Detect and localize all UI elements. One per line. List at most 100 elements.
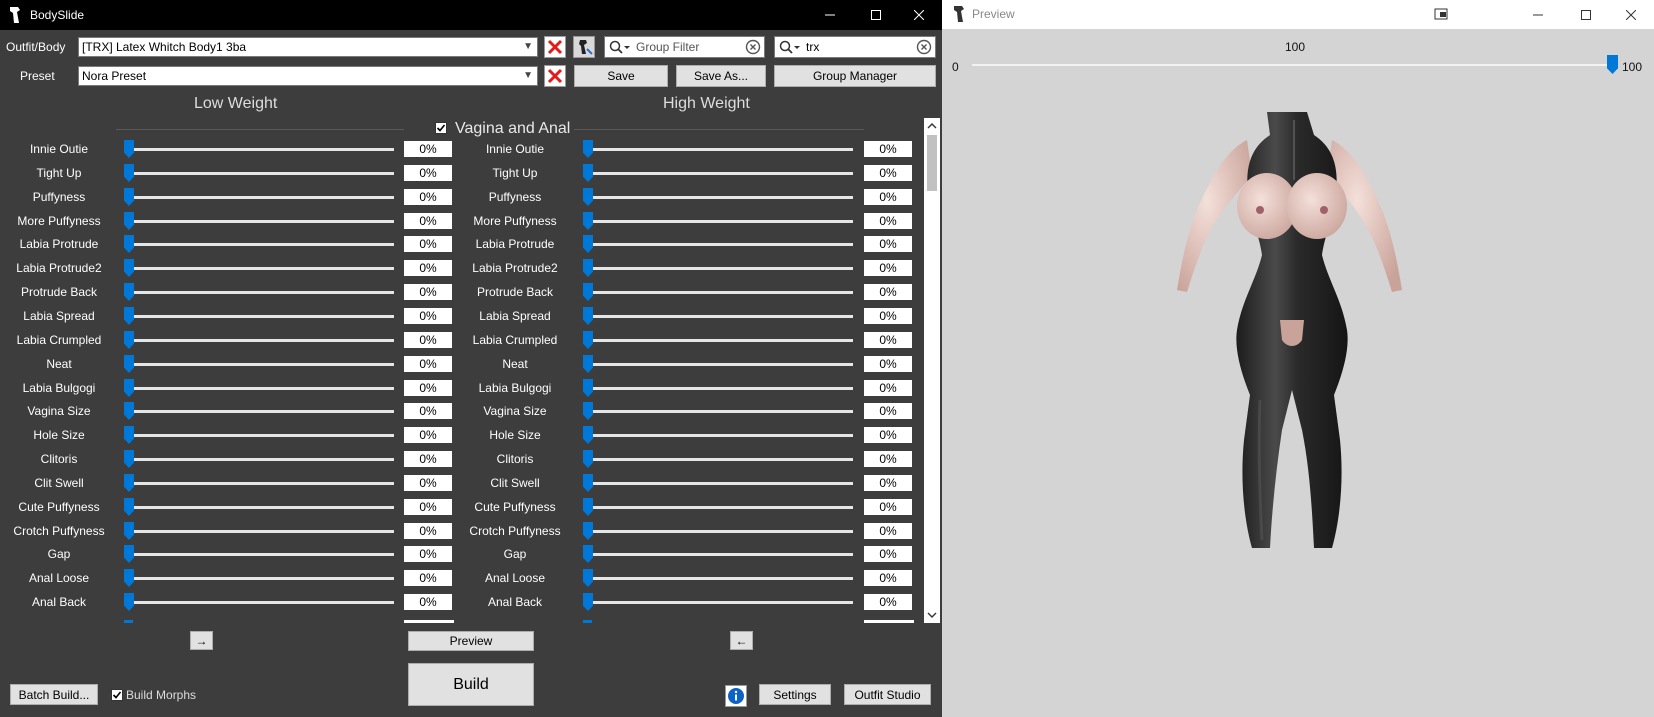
slider-value-low[interactable]: 0%: [404, 499, 452, 515]
slider-thumb-low[interactable]: [124, 593, 134, 611]
copy-to-high-button[interactable]: →: [190, 631, 213, 650]
slider-track-low[interactable]: [124, 434, 394, 437]
slider-value-low[interactable]: 0%: [404, 141, 452, 157]
slider-thumb-low[interactable]: [124, 379, 134, 397]
slider-value-high[interactable]: 0%: [864, 570, 912, 586]
slider-track-high[interactable]: [583, 148, 853, 151]
group-filter-field[interactable]: Group Filter: [604, 36, 765, 58]
slider-track-low[interactable]: [124, 458, 394, 461]
slider-track-high[interactable]: [583, 339, 853, 342]
slider-thumb-high[interactable]: [583, 545, 593, 563]
slider-value-high[interactable]: 0%: [864, 546, 912, 562]
slider-value-high[interactable]: 0%: [864, 284, 912, 300]
slider-value-low[interactable]: 0%: [404, 570, 452, 586]
slider-track-high[interactable]: [583, 172, 853, 175]
choose-outfit-button[interactable]: [573, 36, 595, 58]
slider-thumb-high[interactable]: [583, 355, 593, 373]
slider-thumb-low[interactable]: [124, 140, 134, 158]
slider-value-low[interactable]: 0%: [404, 356, 452, 372]
slider-thumb-high[interactable]: [583, 331, 593, 349]
slider-value-high[interactable]: 0%: [864, 356, 912, 372]
slider-track-high[interactable]: [583, 553, 853, 556]
slider-thumb-low[interactable]: [124, 188, 134, 206]
slider-track-low[interactable]: [124, 291, 394, 294]
clear-search-icon[interactable]: [916, 39, 932, 55]
slider-thumb-high[interactable]: [583, 450, 593, 468]
slider-thumb-low[interactable]: [124, 235, 134, 253]
slider-track-low[interactable]: [124, 196, 394, 199]
slider-track-low[interactable]: [124, 530, 394, 533]
slider-value-high[interactable]: 0%: [864, 403, 912, 419]
save-as-button[interactable]: Save As...: [676, 65, 766, 87]
clear-outfit-button[interactable]: [544, 36, 566, 58]
scroll-down-icon[interactable]: [924, 607, 940, 623]
slider-value-low[interactable]: 0%: [404, 284, 452, 300]
slider-thumb-high[interactable]: [583, 164, 593, 182]
slider-value-high[interactable]: 0%: [864, 332, 912, 348]
slider-value-low[interactable]: 0%: [404, 308, 452, 324]
slider-track-high[interactable]: [583, 243, 853, 246]
slider-track-low[interactable]: [124, 148, 394, 151]
slider-value-high[interactable]: 0%: [864, 189, 912, 205]
slider-scrollbar[interactable]: [924, 118, 940, 623]
slider-value-low[interactable]: 0%: [404, 451, 452, 467]
slider-track-low[interactable]: [124, 387, 394, 390]
slider-value-high[interactable]: 0%: [864, 236, 912, 252]
outfit-body-dropdown[interactable]: [TRX] Latex Whitch Body1 3ba ▼: [78, 37, 538, 57]
outfit-studio-button[interactable]: Outfit Studio: [844, 684, 931, 705]
slider-thumb-high[interactable]: [583, 402, 593, 420]
slider-thumb-low[interactable]: [124, 355, 134, 373]
preview-button[interactable]: Preview: [408, 631, 534, 651]
slider-value-high[interactable]: 0%: [864, 380, 912, 396]
slider-value-low[interactable]: 0%: [404, 236, 452, 252]
slider-thumb-low[interactable]: [124, 450, 134, 468]
build-morphs-checkbox[interactable]: [111, 689, 123, 701]
slider-thumb-high[interactable]: [583, 212, 593, 230]
slider-track-high[interactable]: [583, 530, 853, 533]
slider-thumb-low[interactable]: [124, 426, 134, 444]
slider-value-low[interactable]: 0%: [404, 165, 452, 181]
slider-track-low[interactable]: [124, 315, 394, 318]
minimize-button[interactable]: [807, 0, 853, 30]
slider-thumb-low[interactable]: [124, 402, 134, 420]
slider-track-high[interactable]: [583, 410, 853, 413]
build-button[interactable]: Build: [408, 663, 534, 706]
slider-track-high[interactable]: [583, 434, 853, 437]
slider-value-low[interactable]: 0%: [404, 475, 452, 491]
slider-thumb-low[interactable]: [124, 283, 134, 301]
slider-track-low[interactable]: [124, 267, 394, 270]
slider-track-high[interactable]: [583, 363, 853, 366]
slider-value-low[interactable]: 0%: [404, 189, 452, 205]
slider-value-high[interactable]: 0%: [864, 427, 912, 443]
slider-thumb-low[interactable]: [124, 569, 134, 587]
slider-track-high[interactable]: [583, 577, 853, 580]
slider-value-high[interactable]: 0%: [864, 594, 912, 610]
slider-value-high[interactable]: 0%: [864, 141, 912, 157]
slider-thumb-high[interactable]: [583, 235, 593, 253]
scroll-thumb[interactable]: [927, 135, 937, 191]
slider-value-high[interactable]: 0%: [864, 451, 912, 467]
preset-dropdown[interactable]: Nora Preset ▼: [78, 66, 538, 86]
slider-thumb-low[interactable]: [124, 522, 134, 540]
slider-track-low[interactable]: [124, 482, 394, 485]
slider-value-low[interactable]: 0%: [404, 594, 452, 610]
clear-search-icon[interactable]: [745, 39, 761, 55]
scroll-up-icon[interactable]: [924, 118, 940, 134]
slider-thumb-high[interactable]: [583, 188, 593, 206]
slider-track-high[interactable]: [583, 601, 853, 604]
copy-to-low-button[interactable]: ←: [730, 631, 753, 650]
slider-thumb-high[interactable]: [583, 498, 593, 516]
settings-button[interactable]: Settings: [759, 684, 831, 705]
slider-value-low[interactable]: 0%: [404, 546, 452, 562]
slider-track-low[interactable]: [124, 577, 394, 580]
outfit-filter-field[interactable]: trx: [774, 36, 936, 58]
slider-thumb-high[interactable]: [583, 307, 593, 325]
slider-track-high[interactable]: [583, 506, 853, 509]
slider-value-low[interactable]: 0%: [404, 332, 452, 348]
slider-thumb-low[interactable]: [124, 474, 134, 492]
slider-thumb-low[interactable]: [124, 164, 134, 182]
slider-track-high[interactable]: [583, 291, 853, 294]
slider-thumb-low[interactable]: [124, 212, 134, 230]
slider-track-low[interactable]: [124, 601, 394, 604]
slider-value-low[interactable]: 0%: [404, 260, 452, 276]
